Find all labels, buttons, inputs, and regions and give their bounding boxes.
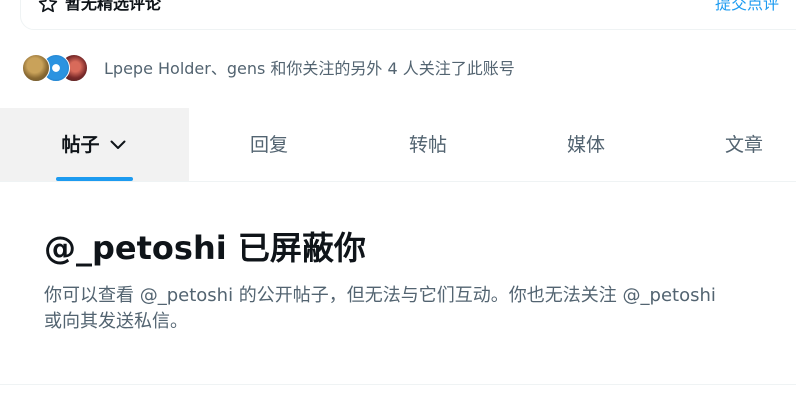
chevron-down-icon xyxy=(110,140,125,149)
highlights-card: 暂无精选评论 提交点评 xyxy=(20,0,796,30)
profile-page: 暂无精选评论 提交点评 Lpepe Holder、gens 和你关注的另外 4 … xyxy=(0,0,796,394)
followers-text: Lpepe Holder、gens 和你关注的另外 4 人关注了此账号 xyxy=(104,59,515,78)
star-icon xyxy=(38,0,58,13)
avatar-stack xyxy=(22,53,88,85)
tab-posts[interactable]: 帖子 xyxy=(0,108,189,181)
tab-articles[interactable]: 文章 xyxy=(665,108,796,181)
avatar xyxy=(22,54,50,82)
divider xyxy=(0,384,796,385)
tab-label: 文章 xyxy=(724,133,763,156)
tab-label: 回复 xyxy=(249,133,288,156)
tab-label: 媒体 xyxy=(566,133,605,156)
blocked-title: @_petoshi 已屏蔽你 xyxy=(44,229,366,267)
tab-replies[interactable]: 回复 xyxy=(189,108,349,181)
active-tab-indicator xyxy=(56,177,133,181)
profile-tabs: 帖子 回复 转帖 媒体 文章 xyxy=(0,108,796,182)
tab-label: 帖子 xyxy=(61,133,100,156)
followers-you-know[interactable]: Lpepe Holder、gens 和你关注的另外 4 人关注了此账号 xyxy=(22,53,515,85)
tab-reposts[interactable]: 转帖 xyxy=(349,108,507,181)
blocked-description: 你可以查看 @_petoshi 的公开帖子，但无法与它们互动。你也无法关注 @_… xyxy=(44,285,716,332)
submit-review-link[interactable]: 提交点评 xyxy=(715,0,779,14)
tab-media[interactable]: 媒体 xyxy=(507,108,665,181)
tab-label: 转帖 xyxy=(408,133,447,156)
no-highlights-text: 暂无精选评论 xyxy=(65,0,162,13)
